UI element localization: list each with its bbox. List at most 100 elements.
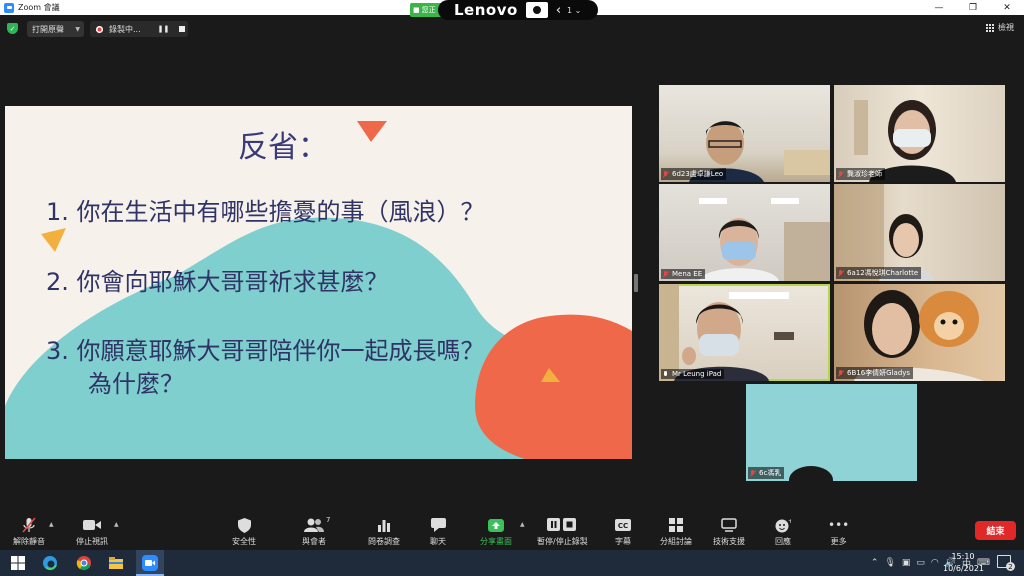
stop-video-button[interactable]: 停止視訊 bbox=[76, 516, 108, 547]
pause-stop-icon bbox=[547, 516, 577, 534]
more-dots-icon: ••• bbox=[828, 518, 850, 532]
participant-name-label: 6d23盧卓謙Leo bbox=[661, 168, 727, 180]
lenovo-pill[interactable]: Lenovo ‹ 1 ⌄ bbox=[438, 0, 598, 20]
pause-stop-recording-button[interactable]: 暫停/停止錄製 bbox=[537, 516, 588, 547]
shared-screen-slide: 反省： 1. 你在生活中有哪些擔憂的事（風浪）？ 2. 你會向耶穌大哥哥祈求甚麼… bbox=[5, 106, 632, 459]
more-button[interactable]: ••• 更多 bbox=[828, 516, 849, 547]
participant-name-label: Mr Leung iPad bbox=[661, 369, 725, 379]
mic-muted-icon bbox=[838, 269, 844, 277]
share-screen-icon bbox=[488, 516, 504, 534]
overlay-extra: 1 ⌄ bbox=[567, 5, 582, 15]
breakout-rooms-icon bbox=[669, 516, 683, 534]
polls-button[interactable]: 問卷調查 bbox=[368, 516, 400, 547]
mic-muted-icon bbox=[663, 270, 669, 278]
shield-icon[interactable]: ✓ bbox=[7, 23, 18, 34]
minimize-button[interactable]: — bbox=[922, 0, 956, 15]
participant-name-label: 6B16李倩妍Gladys bbox=[836, 367, 914, 379]
bar-chart-icon bbox=[377, 516, 391, 534]
original-sound-label: 打開原聲 bbox=[32, 24, 64, 34]
chat-button[interactable]: 聊天 bbox=[430, 516, 446, 547]
unmute-button[interactable]: 解除靜音 bbox=[13, 516, 45, 547]
zoom-taskbar-item[interactable] bbox=[136, 550, 164, 576]
close-button[interactable]: ✕ bbox=[990, 0, 1024, 15]
recording-indicator: 錄製中... ❚❚ bbox=[90, 21, 188, 37]
windows-taskbar: ⌃ 🎙 ▣ ▭ ◠ 🔊 中 ⌨ 15:10 10/6/2021 2 bbox=[0, 550, 1024, 576]
svg-text:+: + bbox=[788, 518, 791, 525]
video-tile[interactable]: Mena EE bbox=[659, 184, 830, 281]
meeting-toolbar: 解除靜音 ▲ 停止視訊 ▲ 安全性 與會者 7 問卷調查 聊天 分享畫面 ▲ 暫… bbox=[0, 512, 1024, 550]
slide-question-1: 1. 你在生活中有哪些擔憂的事（風浪）？ bbox=[46, 198, 485, 226]
security-button[interactable]: 安全性 bbox=[232, 516, 256, 547]
recording-label: 錄製中... bbox=[109, 24, 141, 34]
mic-icon bbox=[663, 370, 669, 378]
file-explorer-icon[interactable] bbox=[108, 555, 124, 571]
speaker-icon: ■ bbox=[413, 6, 420, 14]
view-label: 檢視 bbox=[998, 23, 1014, 32]
notification-count: 2 bbox=[1006, 562, 1015, 571]
splitter-handle[interactable] bbox=[634, 274, 638, 292]
slide-question-2: 2. 你會向耶穌大哥哥祈求甚麼？ bbox=[46, 268, 389, 296]
meeting-tray-icon[interactable]: ▣ bbox=[902, 558, 911, 568]
share-options-caret[interactable]: ▲ bbox=[520, 521, 525, 528]
participant-name-label: 6c馮乳 bbox=[748, 467, 785, 479]
video-tile[interactable]: 6B16李倩妍Gladys bbox=[834, 284, 1005, 381]
video-options-caret[interactable]: ▲ bbox=[114, 521, 119, 528]
participant-video bbox=[659, 284, 794, 381]
chevron-left-icon[interactable]: ‹ bbox=[556, 3, 561, 18]
breakout-rooms-button[interactable]: 分組討論 bbox=[660, 516, 692, 547]
chat-bubble-icon bbox=[430, 516, 446, 534]
windows-start-icon[interactable] bbox=[10, 555, 26, 571]
svg-text:CC: CC bbox=[618, 522, 628, 530]
audio-options-caret[interactable]: ▲ bbox=[49, 521, 54, 528]
slide-question-3: 3. 你願意耶穌大哥哥陪伴你一起成長嗎？ bbox=[46, 337, 485, 365]
pause-icon[interactable]: ❚❚ bbox=[158, 25, 170, 33]
slide-question-3-continued: 為什麼？ bbox=[88, 370, 184, 398]
participants-button[interactable]: 與會者 bbox=[302, 516, 326, 547]
video-tile[interactable]: 6a12馮悅琪Charlotte bbox=[834, 184, 1005, 281]
mic-muted-icon bbox=[663, 170, 669, 178]
user-icon[interactable] bbox=[525, 2, 548, 18]
meeting-info-bar: ✓ 打開原聲 ▼ 錄製中... ❚❚ 檢視 bbox=[0, 18, 1024, 40]
clock-date: 10/6/2021 bbox=[943, 564, 985, 573]
notification-icon[interactable]: 2 bbox=[997, 555, 1015, 571]
chrome-browser-icon[interactable] bbox=[76, 555, 92, 571]
taskbar-clock[interactable]: 15:10 10/6/2021 bbox=[943, 551, 985, 575]
grid-icon bbox=[986, 23, 994, 32]
original-sound-button[interactable]: 打開原聲 ▼ bbox=[27, 21, 84, 37]
video-tile[interactable]: 龔淑珍老師 bbox=[834, 85, 1005, 182]
share-screen-button[interactable]: 分享畫面 bbox=[480, 516, 512, 547]
zoom-app-icon bbox=[142, 555, 158, 571]
mic-tray-icon[interactable]: 🎙 bbox=[884, 558, 895, 568]
edge-browser-icon[interactable] bbox=[42, 555, 58, 571]
participant-name-label: 龔淑珍老師 bbox=[836, 168, 885, 180]
reactions-button[interactable]: + 回應 bbox=[775, 516, 791, 547]
end-meeting-button[interactable]: 結束 bbox=[975, 521, 1016, 540]
view-button[interactable]: 檢視 bbox=[986, 22, 1014, 33]
maximize-button[interactable]: ❐ bbox=[956, 0, 990, 15]
tech-support-button[interactable]: 技術支援 bbox=[713, 516, 745, 547]
battery-icon[interactable]: ▭ bbox=[916, 558, 925, 568]
video-tile[interactable]: 6d23盧卓謙Leo bbox=[659, 85, 830, 182]
lenovo-overlay: ■ 您正 Lenovo ‹ 1 ⌄ bbox=[410, 0, 600, 20]
video-camera-icon bbox=[83, 516, 101, 534]
mic-muted-icon bbox=[838, 369, 844, 377]
chevron-down-icon[interactable]: ▼ bbox=[75, 26, 80, 33]
zoom-app-icon bbox=[4, 2, 14, 13]
slide-title: 反省： bbox=[238, 130, 328, 165]
participant-name-label: Mena EE bbox=[661, 269, 706, 279]
video-tile-active-speaker[interactable]: Mr Leung iPad bbox=[659, 284, 830, 381]
mic-muted-icon bbox=[22, 516, 36, 534]
screen-support-icon bbox=[721, 516, 737, 534]
video-tile[interactable]: 6c馮乳 bbox=[746, 384, 917, 481]
participants-count: 7 bbox=[326, 516, 331, 524]
captions-button[interactable]: CC 字幕 bbox=[615, 516, 631, 547]
participant-video bbox=[699, 198, 830, 281]
participant-name-label: 6a12馮悅琪Charlotte bbox=[836, 267, 922, 279]
smiley-icon: + bbox=[775, 516, 791, 534]
wifi-icon[interactable]: ◠ bbox=[931, 558, 939, 568]
chevron-up-icon[interactable]: ⌃ bbox=[871, 558, 879, 568]
mic-muted-icon bbox=[750, 469, 756, 477]
share-indicator-label: 您正 bbox=[421, 6, 436, 14]
zoom-window: Zoom 會議 — ❐ ✕ ■ 您正 Lenovo ‹ 1 ⌄ ✓ 打開原聲 ▼… bbox=[0, 0, 1024, 576]
stop-icon[interactable] bbox=[179, 26, 186, 32]
